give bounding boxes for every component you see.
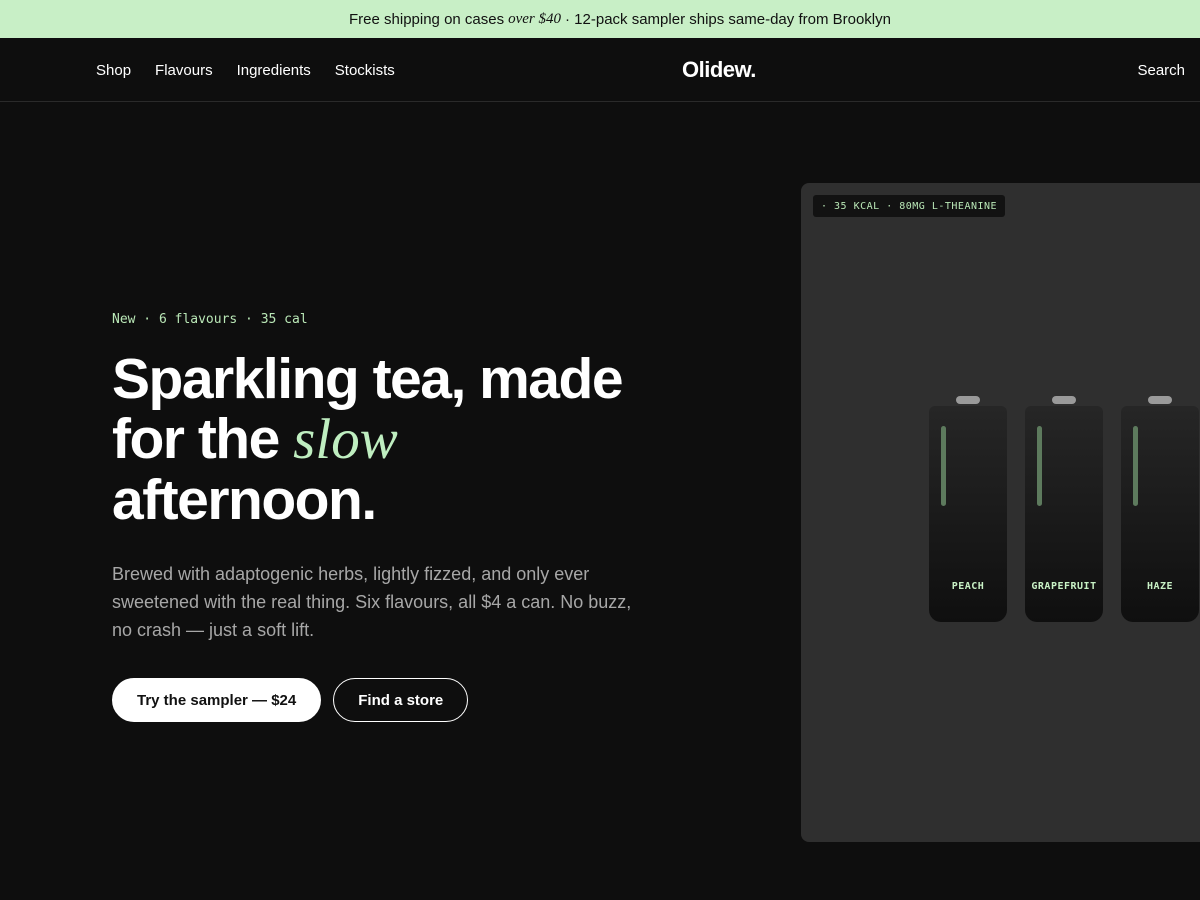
can-haze: HAZE: [1121, 396, 1199, 622]
nav-item-ingredients[interactable]: Ingredients: [237, 62, 311, 79]
can-tab-icon: [1148, 396, 1172, 404]
site-header: Shop Flavours Ingredients Stockists Olid…: [0, 38, 1200, 102]
can-highlight: [941, 426, 946, 506]
hero-title-line1: Sparkling tea, made: [112, 347, 624, 411]
main-nav: Shop Flavours Ingredients Stockists: [96, 38, 395, 102]
can-highlight: [1133, 426, 1138, 506]
can-label: PEACH: [951, 581, 985, 592]
can-tab-icon: [956, 396, 980, 404]
nutrition-badge: · 35 KCAL · 80MG L-THEANINE: [813, 195, 1006, 217]
can-highlight: [1037, 426, 1042, 506]
can-label: GRAPEFRUIT: [1031, 581, 1097, 592]
brand-logo[interactable]: Olidew.: [682, 57, 756, 83]
hero-title-line2-prefix: for the: [112, 407, 280, 471]
nav-item-stockists[interactable]: Stockists: [335, 62, 395, 79]
can-label: HAZE: [1146, 581, 1174, 592]
search-link[interactable]: Search: [1137, 38, 1185, 102]
hero-title-line3: afternoon.: [112, 468, 377, 532]
hero-cta-group: Try the sampler — $24 Find a store: [112, 678, 672, 722]
try-sampler-button[interactable]: Try the sampler — $24: [112, 678, 322, 722]
find-store-button[interactable]: Find a store: [333, 678, 469, 722]
announcement-prefix: Free shipping on cases: [349, 10, 505, 28]
product-showcase-panel: · 35 KCAL · 80MG L-THEANINE PEACH GRAPEF…: [801, 183, 1200, 842]
can-peach: PEACH: [929, 396, 1007, 622]
hero-eyebrow: New · 6 flavours · 35 cal: [112, 312, 308, 327]
announcement-suffix: · 12-pack sampler ships same-day from Br…: [565, 10, 891, 28]
nav-item-flavours[interactable]: Flavours: [155, 62, 213, 79]
announcement-bar: Free shipping on cases over $40 · 12-pac…: [0, 0, 1200, 38]
hero-title-emphasis: slow: [293, 408, 398, 471]
hero-title: Sparkling tea, made for the slow afterno…: [112, 349, 672, 530]
can-grapefruit: GRAPEFRUIT: [1025, 396, 1103, 622]
hero-section: New · 6 flavours · 35 cal Sparkling tea,…: [112, 312, 672, 722]
announcement-emphasis: over $40: [508, 10, 562, 27]
nav-item-shop[interactable]: Shop: [96, 62, 131, 79]
hero-description: Brewed with adaptogenic herbs, lightly f…: [112, 564, 632, 640]
can-tab-icon: [1052, 396, 1076, 404]
